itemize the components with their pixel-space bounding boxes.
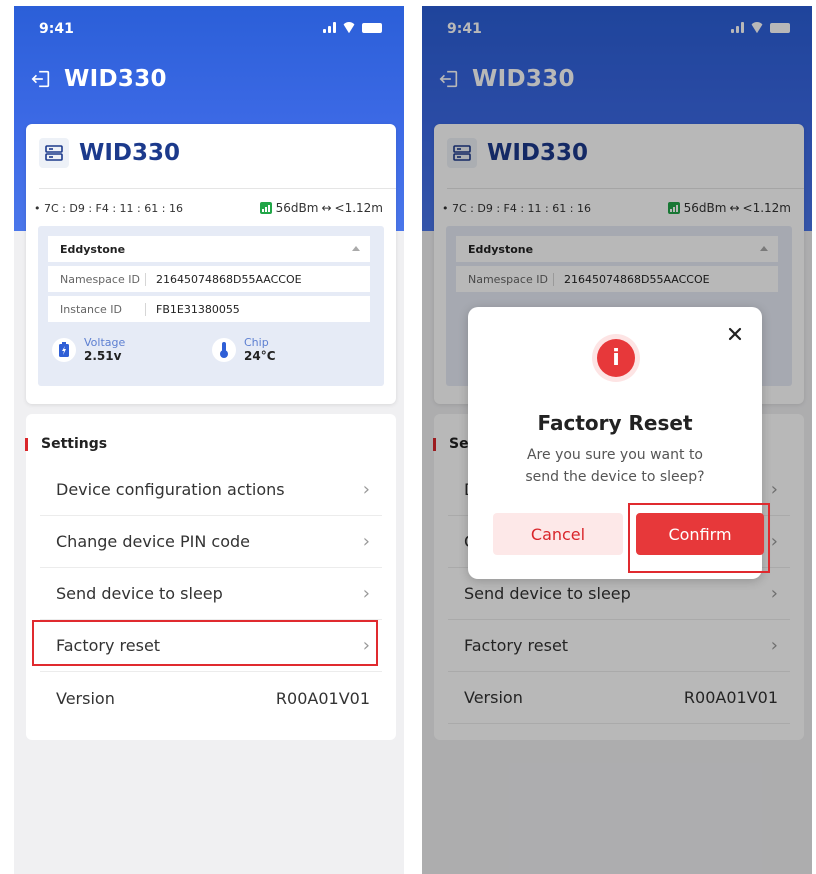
battery-voltage-icon — [52, 337, 76, 362]
version-label: Version — [56, 688, 115, 708]
chip-metric: Chip 24°C — [212, 336, 276, 363]
close-icon[interactable] — [726, 325, 744, 343]
instance-label: Instance ID — [60, 302, 146, 316]
settings-item-label: Change device PIN code — [56, 532, 250, 551]
caret-up-icon — [352, 246, 360, 251]
status-bar: 9:41 — [14, 6, 404, 48]
status-time: 9:41 — [39, 21, 74, 37]
settings-header: Settings — [25, 436, 108, 452]
divider — [39, 188, 396, 189]
app-title: WID330 — [64, 66, 167, 92]
send-device-to-sleep-item[interactable]: Send device to sleep › — [40, 568, 382, 620]
section-marker — [25, 437, 28, 451]
settings-item-label: Send device to sleep — [56, 584, 223, 603]
settings-title: Settings — [41, 436, 108, 452]
dialog-message: Are you sure you want to send the device… — [525, 447, 705, 485]
cancel-button[interactable]: Cancel — [493, 513, 623, 555]
mac-address: • 7C : D9 : F4 : 11 : 61 : 16 — [34, 202, 183, 215]
voltage-label: Voltage — [84, 336, 126, 349]
alert-info-icon: i — [597, 339, 635, 377]
distance-arrow-icon: ↔ — [321, 201, 332, 215]
chevron-right-icon: › — [362, 531, 370, 552]
thermometer-icon — [212, 337, 236, 362]
device-configuration-actions-item[interactable]: Device configuration actions › — [40, 464, 382, 516]
version-row: Version R00A01V01 — [40, 672, 382, 724]
factory-reset-dialog: i Factory Reset Are you sure you want to… — [468, 307, 770, 579]
namespace-row: Namespace ID 21645074868D55AACCOE — [48, 266, 370, 292]
chevron-right-icon: › — [362, 479, 370, 500]
dialog-title: Factory Reset — [537, 411, 693, 435]
namespace-value: 21645074868D55AACCOE — [156, 272, 302, 286]
namespace-label: Namespace ID — [60, 272, 146, 286]
voltage-value: 2.51v — [84, 349, 122, 363]
chip-label: Chip — [244, 336, 269, 349]
back-icon[interactable] — [30, 68, 52, 90]
cellular-signal-icon — [323, 22, 336, 33]
status-icons — [323, 22, 382, 33]
confirm-highlight — [628, 503, 770, 573]
change-device-pin-item[interactable]: Change device PIN code › — [40, 516, 382, 568]
factory-reset-highlight — [32, 620, 378, 666]
instance-row: Instance ID FB1E31380055 — [48, 296, 370, 322]
chevron-right-icon: › — [362, 583, 370, 604]
voltage-metric: Voltage 2.51v — [52, 336, 125, 363]
settings-card: Settings Device configuration actions › … — [25, 414, 396, 740]
battery-icon — [362, 22, 382, 33]
beacon-panel: Eddystone Namespace ID 21645074868D55AAC… — [38, 226, 384, 386]
device-name: WID330 — [79, 140, 181, 166]
chip-value: 24°C — [244, 349, 276, 363]
frame-type-dropdown[interactable]: Eddystone — [48, 236, 370, 262]
device-header: WID330 — [39, 138, 180, 168]
settings-item-label: Device configuration actions — [56, 480, 285, 499]
device-card: WID330 • 7C : D9 : F4 : 11 : 61 : 16 56d… — [26, 124, 396, 404]
distance-value: <1.12m — [334, 201, 383, 215]
device-screen: 9:41 WID330 WID330 • 7C : D9 : F4 : 11 :… — [14, 6, 404, 874]
signal-strength-icon — [259, 202, 272, 214]
signal-info: 56dBm ↔ <1.12m — [259, 201, 383, 215]
version-value: R00A01V01 — [275, 688, 370, 708]
wifi-icon — [342, 22, 356, 33]
app-bar: WID330 — [30, 66, 167, 92]
rssi-value: 56dBm — [275, 201, 319, 215]
factory-reset-dialog-screen: 9:41 WID330 WID330 • 7C : D9 : F4 : 11 :… — [422, 6, 812, 874]
instance-value: FB1E31380055 — [156, 302, 240, 316]
frame-type-label: Eddystone — [60, 242, 126, 256]
device-icon — [39, 138, 69, 168]
